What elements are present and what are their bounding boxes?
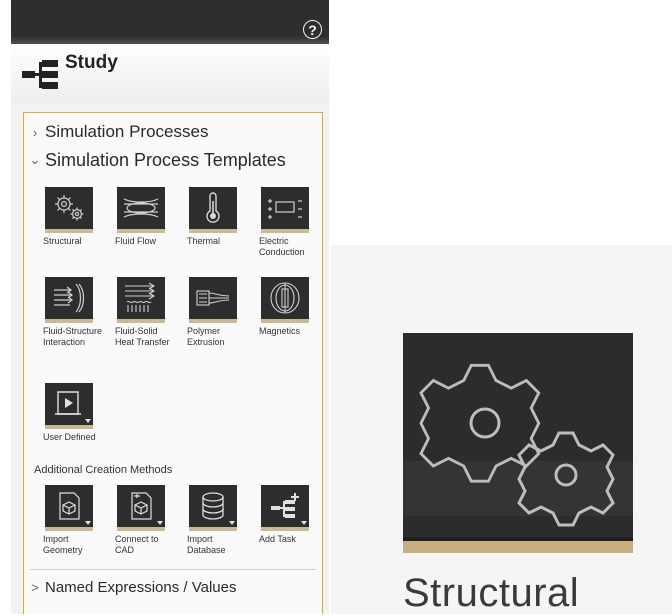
polymer-extrusion-icon [196, 290, 230, 306]
template-label: Fluid-Structure Interaction [43, 326, 103, 347]
gears-icon [55, 195, 84, 221]
connect-to-cad-button[interactable]: Connect to CAD [104, 485, 176, 556]
fluid-structure-icon [54, 283, 85, 313]
creation-method-label: Add Task [259, 534, 296, 544]
tree-item-simulation-process-templates[interactable]: ⌄ Simulation Process Templates [24, 147, 286, 173]
help-icon[interactable]: ? [303, 20, 322, 39]
template-fluid-solid-heat-transfer[interactable]: Fluid-Solid Heat Transfer [104, 277, 176, 348]
import-geometry-icon [59, 492, 80, 520]
additional-creation-methods-label: Additional Creation Methods [34, 464, 173, 476]
study-tree: › Simulation Processes ⌄ Simulation Proc… [23, 112, 323, 614]
fluid-flow-icon [123, 198, 159, 218]
tree-item-simulation-processes[interactable]: › Simulation Processes [24, 119, 209, 145]
tree-item-label: Named Expressions / Values [45, 578, 237, 596]
tree-item-named-expressions[interactable]: > Named Expressions / Values [24, 574, 236, 600]
import-geometry-button[interactable]: Import Geometry [32, 485, 104, 556]
gears-icon [419, 363, 615, 527]
import-database-button[interactable]: Import Database [176, 485, 248, 556]
divider [30, 569, 316, 570]
electric-conduction-icon [268, 199, 302, 219]
structural-zoom-label: Structural [403, 571, 580, 615]
study-tree-icon [22, 60, 58, 89]
template-label: Thermal [187, 236, 221, 246]
template-label: User Defined [43, 432, 96, 442]
template-label: Fluid-Solid Heat Transfer [115, 326, 170, 347]
template-label: Polymer Extrusion [187, 326, 225, 347]
template-label: Electric Conduction [259, 236, 305, 257]
user-defined-icon [55, 391, 81, 415]
add-task-button[interactable]: Add Task [248, 485, 320, 545]
creation-method-label: Connect to CAD [115, 534, 159, 555]
structural-tile-large[interactable] [403, 333, 633, 553]
template-thermal[interactable]: Thermal [176, 187, 248, 247]
tree-item-label: Simulation Processes [45, 122, 209, 141]
tree-item-label: Simulation Process Templates [45, 149, 286, 170]
study-panel: ? Study › Simulation Processes ⌄ Simulat… [11, 0, 329, 614]
template-fluid-structure-interaction[interactable]: Fluid-Structure Interaction [32, 277, 104, 348]
template-user-defined[interactable]: User Defined [32, 383, 104, 443]
connect-cad-icon [131, 492, 152, 520]
template-label: Fluid Flow [115, 236, 157, 246]
structural-tile-zoom: Structural [331, 245, 672, 615]
chevron-right-icon[interactable]: › [28, 125, 42, 140]
template-label: Structural [43, 236, 82, 246]
creation-method-label: Import Geometry [43, 534, 83, 555]
study-header: Study [11, 44, 329, 104]
template-fluid-flow[interactable]: Fluid Flow [104, 187, 176, 247]
fluid-solid-heat-icon [125, 282, 156, 312]
page-title: Study [65, 52, 118, 73]
add-task-icon [271, 493, 299, 518]
template-polymer-extrusion[interactable]: Polymer Extrusion [176, 277, 248, 348]
template-structural[interactable]: Structural [32, 187, 104, 247]
chevron-down-icon[interactable]: ⌄ [28, 152, 42, 168]
magnetics-icon [270, 282, 300, 314]
template-magnetics[interactable]: Magnetics [248, 277, 320, 337]
panel-top-bar: ? [11, 0, 329, 44]
template-label: Magnetics [259, 326, 301, 336]
template-electric-conduction[interactable]: Electric Conduction [248, 187, 320, 258]
import-database-icon [202, 492, 224, 520]
creation-method-label: Import Database [187, 534, 226, 555]
chevron-right-icon[interactable]: > [28, 580, 42, 595]
thermometer-icon [206, 192, 220, 223]
